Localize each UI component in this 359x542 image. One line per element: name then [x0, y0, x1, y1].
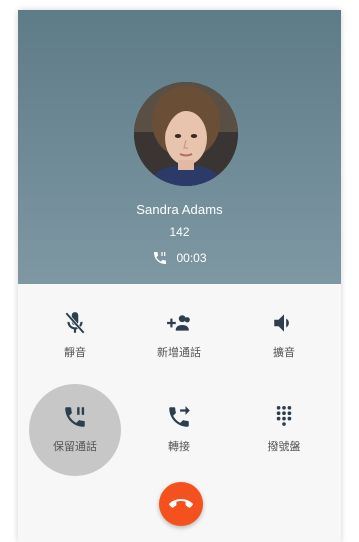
phone-forward-icon — [164, 402, 194, 432]
add-person-icon — [164, 308, 194, 338]
transfer-label: 轉接 — [168, 441, 190, 453]
call-duration: 00:03 — [176, 251, 207, 265]
phone-paused-icon — [60, 402, 90, 432]
caller-photo — [134, 82, 238, 186]
caller-avatar — [134, 82, 238, 186]
speaker-icon — [269, 308, 299, 338]
mute-label: 靜音 — [64, 347, 86, 359]
dialpad-icon — [269, 402, 299, 432]
end-call-button[interactable] — [159, 482, 203, 526]
call-header: Sandra Adams 142 00:03 — [18, 10, 341, 284]
dialpad-button[interactable]: 撥號盤 — [236, 402, 332, 466]
hold-button[interactable]: 保留通話 — [27, 402, 123, 466]
speaker-label: 擴音 — [273, 347, 295, 359]
call-end-icon — [169, 492, 193, 516]
call-controls: 靜音 新增通話 擴音 保留通話 轉接 撥號盤 — [18, 284, 341, 542]
caller-number: 142 — [169, 225, 190, 239]
hd-call-icon — [152, 250, 168, 266]
dialpad-label: 撥號盤 — [267, 441, 301, 453]
caller-name: Sandra Adams — [136, 202, 223, 217]
mute-button[interactable]: 靜音 — [27, 308, 123, 372]
call-status: 00:03 — [18, 250, 341, 266]
add-call-label: 新增通話 — [157, 347, 201, 359]
in-call-screen: Sandra Adams 142 00:03 靜音 新增通話 擴音 保留通話 轉… — [18, 10, 341, 542]
transfer-button[interactable]: 轉接 — [131, 402, 227, 466]
add-call-button[interactable]: 新增通話 — [131, 308, 227, 372]
mic-off-icon — [60, 308, 90, 338]
speaker-button[interactable]: 擴音 — [236, 308, 332, 372]
hold-label: 保留通話 — [53, 441, 97, 453]
